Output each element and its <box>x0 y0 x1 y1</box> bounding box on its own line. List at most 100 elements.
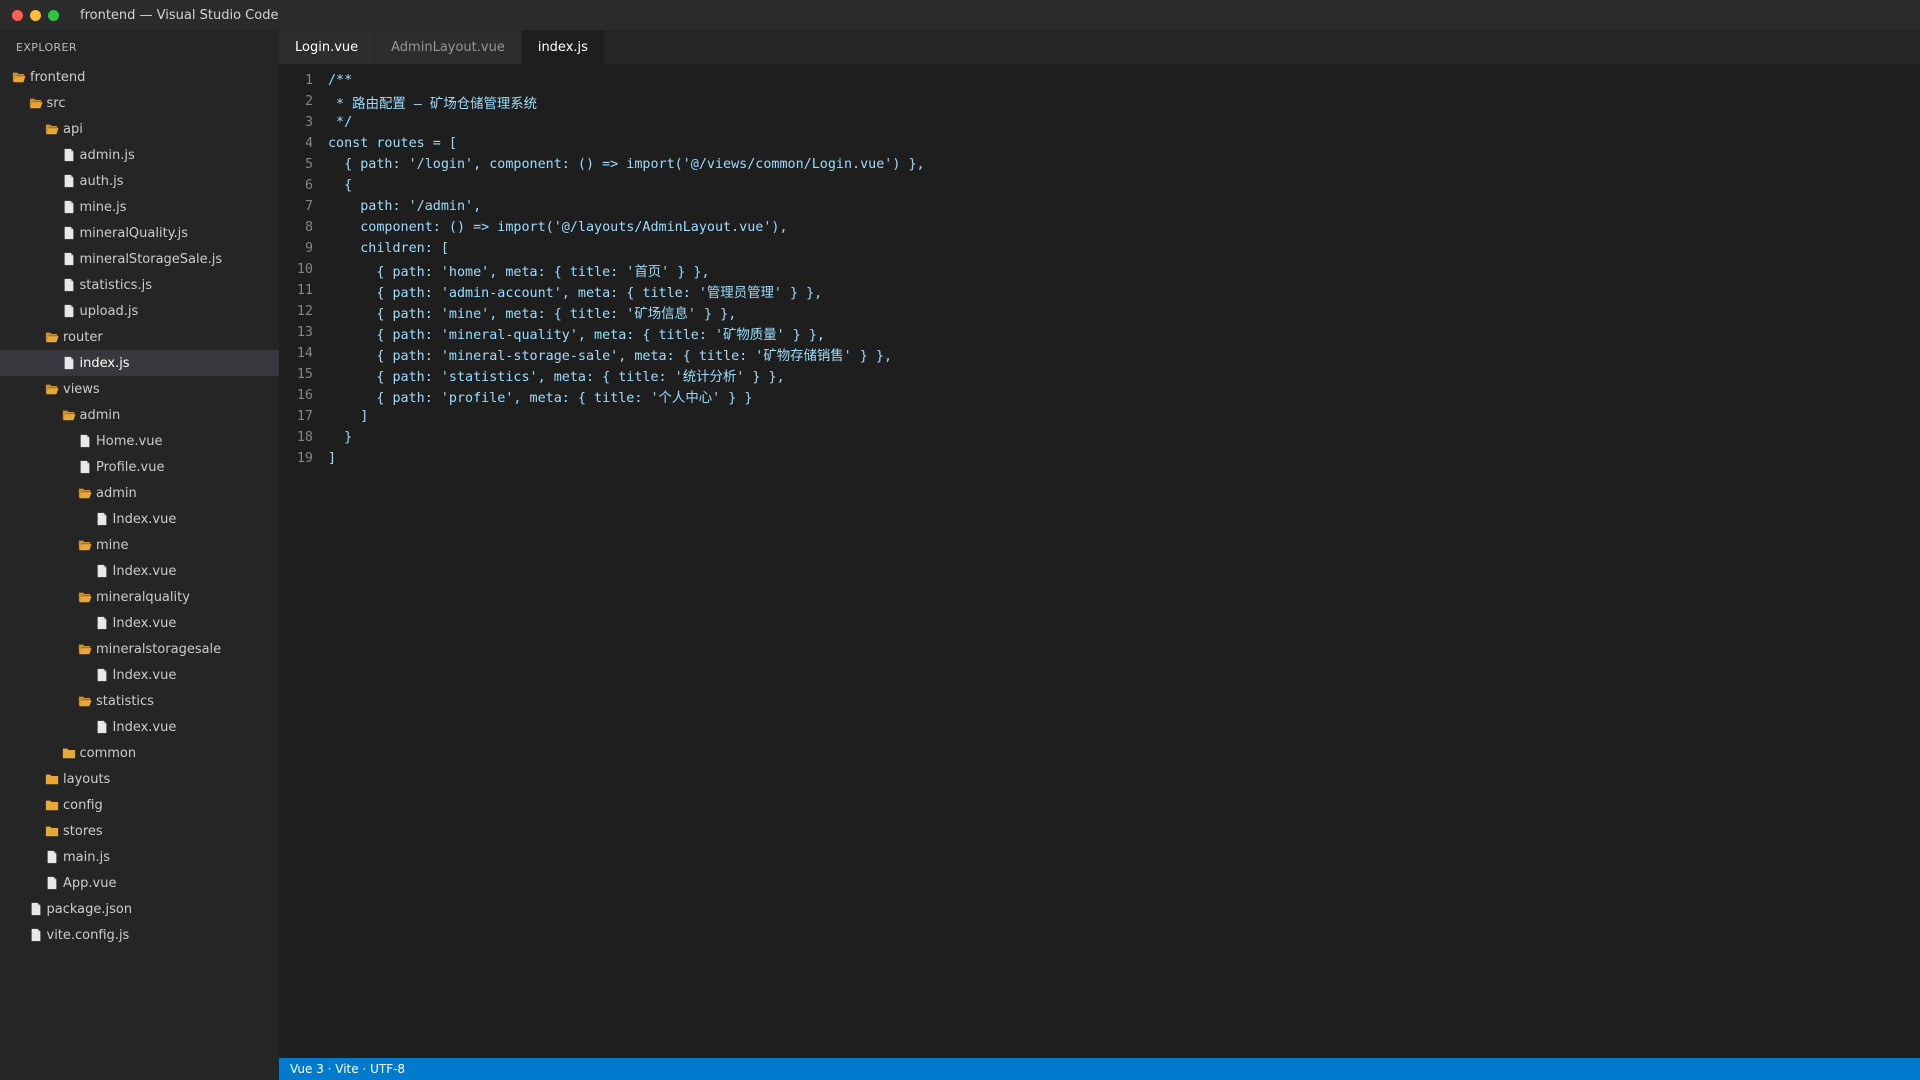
line-number: 1 <box>304 73 313 88</box>
line-number: 13 <box>296 325 313 340</box>
tree-file-item[interactable]: Index.vue <box>0 662 279 688</box>
tree-item-label: admin.js <box>79 147 135 163</box>
file-icon <box>62 356 76 370</box>
tree-file-item[interactable]: main.js <box>0 844 279 870</box>
code-line: 18 } <box>279 427 1920 448</box>
tree-item-label: Index.vue <box>112 667 177 683</box>
code-text: { path: '/login', component: () => impor… <box>328 157 925 172</box>
code-line: 3 */ <box>279 112 1920 133</box>
tree-item-label: Index.vue <box>112 719 177 735</box>
line-number: 18 <box>296 430 313 445</box>
tree-file-item[interactable]: Index.vue <box>0 610 279 636</box>
tree-item-label: Index.vue <box>112 511 177 527</box>
code-editor[interactable]: 1/** 2 * 路由配置 — 矿场仓储管理系统 3 */4 const routes… <box>279 70 1920 469</box>
tree-folder-item[interactable]: statistics <box>0 688 279 714</box>
file-icon <box>45 850 59 864</box>
line-number: 5 <box>304 157 313 172</box>
tree-file-item[interactable]: Profile.vue <box>0 454 279 480</box>
line-number: 16 <box>296 388 313 403</box>
line-number: 19 <box>296 451 313 466</box>
tree-folder-item[interactable]: mineralstoragesale <box>0 636 279 662</box>
folder-icon <box>45 772 59 786</box>
line-number: 3 <box>304 115 313 130</box>
file-icon <box>62 278 76 292</box>
tree-file-item[interactable]: Index.vue <box>0 558 279 584</box>
tree-file-item[interactable]: mine.js <box>0 194 279 220</box>
tree-file-item[interactable]: admin.js <box>0 142 279 168</box>
tree-item-label: admin <box>79 407 121 423</box>
window-controls <box>12 9 59 21</box>
tree-file-item[interactable]: Index.vue <box>0 714 279 740</box>
tree-folder-item[interactable]: config <box>0 792 279 818</box>
folder-open-icon <box>45 330 59 344</box>
code-text: */ <box>328 115 353 130</box>
code-text: * 路由配置 — 矿场仓储管理系统 <box>328 96 538 112</box>
code-line: 5 { path: '/login', component: () => imp… <box>279 154 1920 175</box>
folder-open-icon <box>29 96 43 110</box>
code-line: 10 { path: 'home', meta: { title: '首页' }… <box>279 259 1920 280</box>
tree-file-item[interactable]: mineralQuality.js <box>0 220 279 246</box>
code-text: { path: 'mine', meta: { title: '矿场信息' } … <box>328 306 737 322</box>
tree-file-item[interactable]: mineralStorageSale.js <box>0 246 279 272</box>
code-text: { path: 'statistics', meta: { title: '统计… <box>328 369 785 385</box>
tree-folder-item[interactable]: router <box>0 324 279 350</box>
tree-item-label: router <box>63 329 103 345</box>
tree-item-label: mineralStorageSale.js <box>79 251 223 267</box>
tree-folder-item[interactable]: views <box>0 376 279 402</box>
file-icon <box>95 616 109 630</box>
line-number: 17 <box>296 409 313 424</box>
tree-item-label: src <box>46 95 66 111</box>
code-text: { path: 'profile', meta: { title: '个人中心'… <box>328 390 753 406</box>
tree-file-item[interactable]: index.js <box>0 350 279 376</box>
file-icon <box>95 720 109 734</box>
tree-file-item[interactable]: App.vue <box>0 870 279 896</box>
tree-file-item[interactable]: Index.vue <box>0 506 279 532</box>
editor-tab[interactable]: index.js <box>521 30 605 64</box>
tree-item-label: statistics <box>96 693 154 709</box>
tree-file-item[interactable]: vite.config.js <box>0 922 279 948</box>
tree-folder-item[interactable]: frontend <box>0 64 279 90</box>
tree-item-label: config <box>63 797 103 813</box>
file-icon <box>95 668 109 682</box>
tree-file-item[interactable]: Home.vue <box>0 428 279 454</box>
tree-folder-item[interactable]: layouts <box>0 766 279 792</box>
code-line: 2 * 路由配置 — 矿场仓储管理系统 <box>279 91 1920 112</box>
folder-open-icon <box>62 408 76 422</box>
folder-open-icon <box>78 694 92 708</box>
tree-folder-item[interactable]: mineralquality <box>0 584 279 610</box>
editor-tab[interactable]: Login.vue <box>279 30 376 64</box>
tree-file-item[interactable]: statistics.js <box>0 272 279 298</box>
tree-folder-item[interactable]: admin <box>0 480 279 506</box>
minimize-window-button[interactable] <box>30 9 41 21</box>
code-line: 1 /** <box>279 70 1920 91</box>
close-window-button[interactable] <box>12 9 23 21</box>
tree-file-item[interactable]: auth.js <box>0 168 279 194</box>
editor-tab[interactable]: AdminLayout.vue <box>375 30 522 64</box>
code-text: { path: 'home', meta: { title: '首页' } }, <box>328 264 710 280</box>
tree-item-label: mine <box>96 537 129 553</box>
tree-item-label: Home.vue <box>96 433 163 449</box>
tree-file-item[interactable]: upload.js <box>0 298 279 324</box>
code-line: 4 const routes = [ <box>279 133 1920 154</box>
code-line: 17 ] <box>279 406 1920 427</box>
tree-file-item[interactable]: package.json <box>0 896 279 922</box>
code-text: ] <box>328 409 369 424</box>
tree-item-label: Index.vue <box>112 615 177 631</box>
tree-item-label: admin <box>96 485 137 501</box>
code-text: { path: 'mineral-storage-sale', meta: { … <box>328 348 893 364</box>
tree-item-label: mineralQuality.js <box>79 225 189 241</box>
file-icon <box>78 434 92 448</box>
folder-open-icon <box>78 590 92 604</box>
code-text: component: () => import('@/layouts/Admin… <box>328 220 788 235</box>
editor-tab-label: Login.vue <box>295 39 359 55</box>
tree-folder-item[interactable]: stores <box>0 818 279 844</box>
tree-folder-item[interactable]: common <box>0 740 279 766</box>
tree-folder-item[interactable]: mine <box>0 532 279 558</box>
tree-folder-item[interactable]: admin <box>0 402 279 428</box>
code-text: path: '/admin', <box>328 199 482 214</box>
tree-folder-item[interactable]: api <box>0 116 279 142</box>
tree-item-label: package.json <box>46 901 133 917</box>
tree-folder-item[interactable]: src <box>0 90 279 116</box>
maximize-window-button[interactable] <box>48 9 59 21</box>
folder-icon <box>45 798 59 812</box>
